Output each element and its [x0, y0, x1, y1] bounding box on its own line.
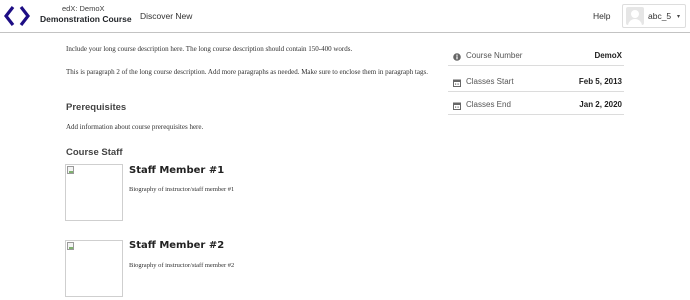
chevron-down-icon: ▾ — [677, 14, 681, 20]
staff-photo — [65, 240, 123, 297]
broken-image-icon — [67, 166, 74, 174]
staff-member-bio: Biography of instructor/staff member #1 — [129, 186, 235, 193]
classes-start-value: Feb 5, 2013 — [578, 77, 622, 86]
course-org-label: edX: DemoX — [62, 4, 105, 13]
staff-member-name: Staff Member #2 — [129, 240, 225, 251]
course-number-value: DemoX — [594, 51, 622, 60]
course-title: Demonstration Course — [40, 14, 132, 24]
prerequisites-text: Add information about course prerequisit… — [66, 123, 204, 131]
broken-image-icon — [67, 242, 74, 250]
calendar-icon — [453, 79, 461, 87]
staff-member-bio: Biography of instructor/staff member #2 — [129, 262, 235, 269]
course-description-paragraph: This is paragraph 2 of the long course d… — [66, 68, 428, 76]
username: abc_5 — [648, 11, 672, 21]
discover-new-link[interactable]: Discover New — [140, 11, 192, 21]
classes-end-label: Classes End — [466, 100, 511, 109]
staff-member-name: Staff Member #1 — [129, 165, 225, 176]
course-number-label: Course Number — [466, 51, 523, 60]
help-link[interactable]: Help — [593, 11, 610, 21]
logo-icon — [4, 6, 30, 26]
course-number-row: Course Number DemoX — [448, 48, 624, 66]
classes-end-value: Jan 2, 2020 — [579, 100, 622, 109]
staff-photo — [65, 164, 123, 221]
prerequisites-heading: Prerequisites — [66, 102, 127, 113]
calendar-icon — [453, 102, 461, 110]
course-staff-heading: Course Staff — [66, 147, 123, 158]
avatar — [626, 7, 644, 25]
classes-start-label: Classes Start — [466, 77, 514, 86]
info-icon — [453, 53, 461, 61]
course-description-paragraph: Include your long course description her… — [66, 45, 353, 53]
classes-start-row: Classes Start Feb 5, 2013 — [448, 74, 624, 92]
classes-end-row: Classes End Jan 2, 2020 — [448, 97, 624, 115]
user-menu-button[interactable]: abc_5 ▾ — [622, 4, 686, 28]
site-header: edX: DemoX Demonstration Course Discover… — [0, 0, 690, 33]
